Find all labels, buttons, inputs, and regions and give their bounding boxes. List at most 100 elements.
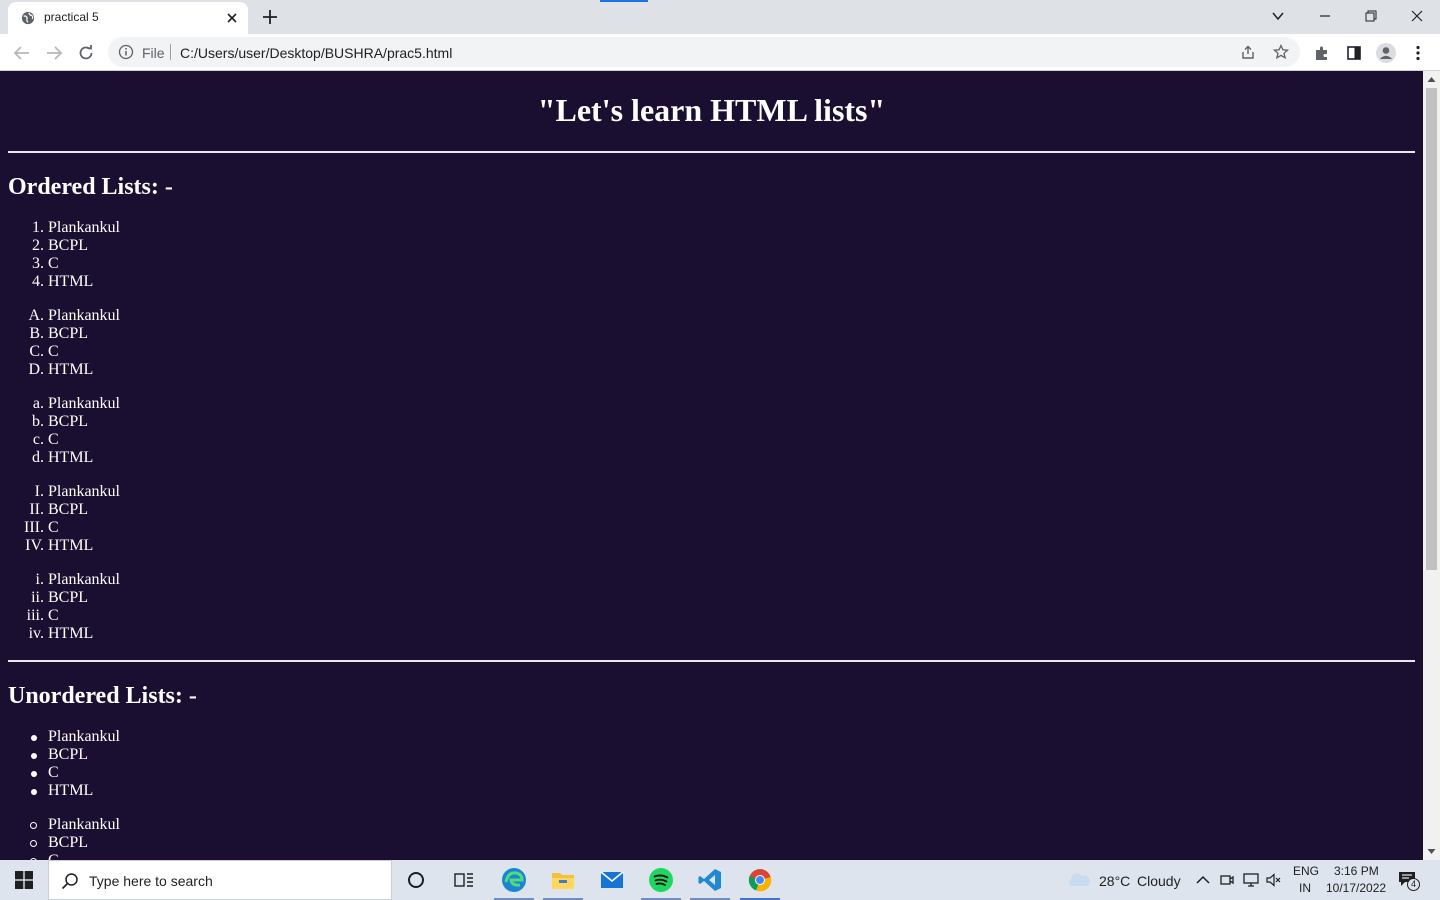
chevron-down-icon (1272, 12, 1284, 21)
puzzle-icon (1316, 46, 1327, 60)
profile-button[interactable] (1374, 41, 1398, 65)
list-marker: I. (34, 483, 44, 500)
extensions-button[interactable] (1310, 41, 1334, 65)
scrollbar-thumb[interactable] (1426, 88, 1437, 570)
list-marker: A. (28, 307, 44, 324)
share-icon (1242, 45, 1254, 59)
cortana-icon (408, 872, 424, 888)
list-marker: c. (32, 431, 44, 448)
taskbar-app-edge[interactable] (490, 860, 538, 900)
close-tab-icon[interactable] (224, 10, 240, 26)
weather-description[interactable]: Cloudy (1137, 873, 1181, 889)
vertical-scrollbar[interactable] (1423, 71, 1440, 860)
list-item-text: BCPL (48, 413, 89, 430)
list-marker: 3. (32, 255, 44, 272)
tray-network[interactable] (1243, 872, 1259, 888)
globe-icon (21, 11, 35, 25)
forward-button[interactable] (42, 41, 66, 65)
browser-toolbar: File C:/Users/user/Desktop/BUSHRA/prac5.… (0, 34, 1440, 71)
clock-time[interactable]: 3:16 PM (1334, 864, 1379, 878)
task-view-button[interactable] (440, 860, 488, 900)
taskbar-app-chrome[interactable] (736, 860, 784, 900)
taskbar-app-mail[interactable] (588, 860, 636, 900)
list-marker: II. (29, 501, 44, 518)
search-placeholder: Type here to search (89, 873, 213, 889)
new-tab-icon[interactable] (260, 7, 280, 27)
windows-taskbar: Type here to search 28°C Cloudy ENG IN 3… (0, 860, 1440, 900)
arrow-left-icon (13, 46, 29, 60)
input-region[interactable]: IN (1299, 881, 1311, 895)
close-icon (1411, 10, 1423, 22)
address-url[interactable]: C:/Users/user/Desktop/BUSHRA/prac5.html (180, 45, 452, 61)
tab-drag-indicator (600, 0, 648, 2)
back-button[interactable] (10, 41, 34, 65)
taskbar-search[interactable]: Type here to search (48, 860, 392, 900)
close-window-button[interactable] (1394, 0, 1440, 32)
list-item-text: BCPL (48, 325, 89, 342)
share-button[interactable] (1239, 43, 1257, 61)
kebab-menu-icon (1416, 45, 1420, 61)
ordered-lists-heading: Ordered Lists: - (8, 174, 173, 200)
reload-button[interactable] (74, 41, 98, 65)
address-bar[interactable]: File C:/Users/user/Desktop/BUSHRA/prac5.… (108, 37, 1300, 67)
windows-logo-icon (15, 871, 33, 889)
list-item-text: HTML (48, 537, 94, 554)
notification-center-button[interactable]: 4 (1398, 870, 1420, 892)
input-language[interactable]: ENG (1293, 864, 1319, 878)
horizontal-rule (8, 151, 1415, 153)
restore-icon (1365, 10, 1377, 22)
list-item-text: HTML (48, 449, 94, 466)
scroll-down-icon[interactable] (1427, 847, 1436, 856)
clock-date[interactable]: 10/17/2022 (1326, 881, 1386, 895)
taskbar-app-spotify[interactable] (637, 860, 685, 900)
tab-strip: practical 5 (0, 0, 1440, 34)
bookmark-button[interactable] (1272, 43, 1290, 61)
spotify-icon (649, 868, 673, 892)
taskbar-app-file-explorer[interactable] (539, 860, 587, 900)
start-button[interactable] (0, 860, 48, 900)
list-item-text: Plankankul (48, 571, 120, 588)
list-item-text: C (48, 519, 59, 536)
cortana-button[interactable] (392, 860, 440, 900)
browser-tab[interactable]: practical 5 (8, 2, 248, 34)
weather-temperature[interactable]: 28°C (1099, 873, 1130, 889)
list-marker: i. (35, 571, 44, 588)
disc-bullet-icon (31, 753, 37, 759)
list-item-text: Plankankul (48, 307, 120, 324)
disc-bullet-icon (31, 771, 37, 777)
restore-button[interactable] (1348, 0, 1394, 32)
menu-button[interactable] (1406, 41, 1430, 65)
side-panel-button[interactable] (1342, 41, 1366, 65)
minimize-button[interactable] (1302, 0, 1348, 32)
list-item-text: C (48, 343, 59, 360)
address-scheme: File (142, 45, 165, 61)
tray-overflow-button[interactable] (1195, 872, 1211, 888)
list-item-text: C (48, 764, 59, 781)
tray-meet-now[interactable] (1219, 872, 1235, 888)
list-item-text: Plankankul (48, 219, 120, 236)
horizontal-rule (8, 660, 1415, 662)
list-marker: d. (32, 449, 44, 466)
list-item-text: BCPL (48, 501, 89, 518)
list-marker: a. (32, 395, 44, 412)
tab-search-button[interactable] (1255, 0, 1301, 32)
search-icon (61, 873, 78, 890)
list-item-text: BCPL (48, 589, 89, 606)
list-item-text: BCPL (48, 834, 89, 851)
list-marker: ii. (31, 589, 44, 606)
tray-volume[interactable] (1266, 872, 1282, 888)
list-item-text: Plankankul (48, 728, 120, 745)
list-marker: 1. (32, 219, 44, 236)
edge-icon (502, 868, 526, 892)
cloud-icon[interactable] (1066, 871, 1092, 889)
circle-bullet-icon (30, 840, 37, 847)
notification-badge: 4 (1407, 878, 1420, 891)
side-panel-icon (1347, 46, 1361, 60)
list-item-text: HTML (48, 273, 94, 290)
taskbar-app-vscode[interactable] (686, 860, 734, 900)
list-item-text: HTML (48, 625, 94, 642)
info-icon[interactable] (118, 44, 134, 60)
scroll-up-icon[interactable] (1427, 75, 1436, 84)
list-marker: b. (32, 413, 44, 430)
address-divider (170, 44, 171, 60)
